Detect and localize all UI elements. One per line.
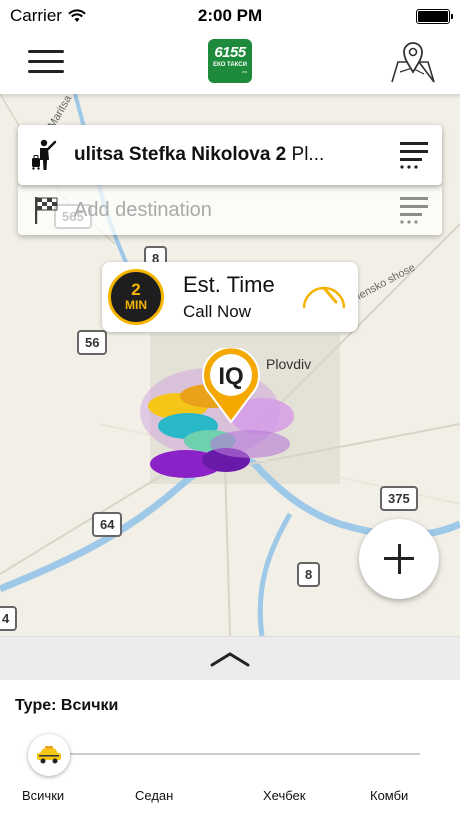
svg-text:IQ: IQ [218, 363, 243, 390]
chevron-up-icon [210, 652, 250, 667]
top-nav-bar: 6155 ЕКО ТАКСИ .eu [0, 32, 460, 94]
call-now-link[interactable]: Call Now [183, 302, 251, 322]
road-badge: 64 [92, 512, 123, 537]
hail-person-icon [18, 125, 74, 185]
add-button[interactable] [359, 519, 439, 599]
wifi-icon [68, 9, 86, 22]
road-badge: 4 [0, 606, 18, 631]
map-location-button[interactable] [388, 38, 438, 84]
pickup-address-rest: Pl... [286, 144, 325, 165]
type-slider-thumb[interactable] [28, 734, 70, 776]
pickup-address-text[interactable]: ulitsa Stefka Nikolova 2 Pl... [74, 144, 386, 166]
estimated-time-bubble[interactable]: 2 MIN Est. Time Call Now [102, 262, 358, 332]
carrier-info: Carrier [10, 6, 86, 26]
pickup-options-button[interactable] [386, 125, 442, 185]
battery-icon [416, 9, 453, 24]
drawer-handle[interactable] [0, 636, 460, 680]
type-option-sedan[interactable]: Седан [135, 788, 173, 803]
road-badge: 375 [380, 486, 418, 511]
destination-placeholder[interactable]: Add destination [74, 199, 386, 222]
map-pin-icon [391, 42, 435, 83]
status-bar: Carrier 2:00 PM [0, 0, 460, 32]
type-option-wagon[interactable]: Комби [370, 788, 408, 803]
eta-minutes: 2 [131, 280, 141, 299]
speed-gauge-icon [302, 286, 346, 309]
logo-small: .eu [241, 69, 247, 74]
app-logo: 6155 ЕКО ТАКСИ .eu [208, 39, 252, 83]
eta-title: Est. Time [183, 272, 275, 297]
road-badge: 56 [77, 330, 108, 355]
type-slider-track[interactable] [36, 753, 420, 755]
type-option-hatchback[interactable]: Хечбек [263, 788, 305, 803]
checkered-flag-icon [18, 185, 74, 235]
vehicle-type-panel: Type: Всички Всички Седан Хечбек Комби [0, 680, 460, 818]
logo-number: 6155 [214, 44, 246, 61]
hamburger-menu-button[interactable] [26, 46, 66, 76]
pickup-address-main: ulitsa Stefka Nikolova 2 [74, 144, 287, 165]
logo-text: ЕКО ТАКСИ [213, 62, 247, 68]
taxi-icon [37, 746, 61, 764]
list-menu-icon [400, 197, 428, 224]
pickup-location-pin[interactable]: IQ [200, 348, 262, 424]
destination-card[interactable]: Add destination [18, 185, 442, 235]
city-label: Plovdiv [266, 356, 312, 372]
pickup-address-card[interactable]: ulitsa Stefka Nikolova 2 Pl... [18, 125, 442, 185]
type-option-all[interactable]: Всички [22, 788, 64, 803]
eta-badge: 2 MIN [108, 269, 164, 325]
type-title: Type: Всички [15, 697, 119, 714]
eta-unit: MIN [125, 298, 147, 312]
destination-options-button[interactable] [386, 185, 442, 235]
list-menu-icon [400, 142, 428, 169]
carrier-label: Carrier [10, 6, 62, 25]
road-badge: 8 [297, 562, 321, 587]
